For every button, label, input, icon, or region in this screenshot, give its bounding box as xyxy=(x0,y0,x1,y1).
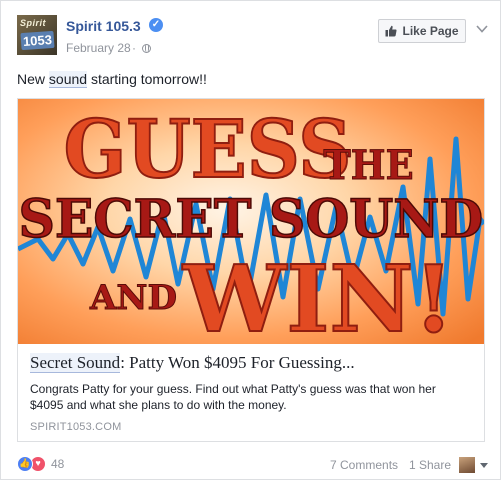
chevron-down-icon[interactable] xyxy=(480,463,488,468)
post-text-after: starting tomorrow!! xyxy=(87,71,207,87)
attachment-description: Congrats Patty for your guess. Find out … xyxy=(30,382,436,412)
page-name-link[interactable]: Spirit 105.3 xyxy=(66,18,141,34)
shares-count-link[interactable]: 1 Share xyxy=(409,458,451,472)
attachment-title-rest: : Patty Won $4095 For Guessing... xyxy=(120,353,355,372)
chevron-down-icon[interactable] xyxy=(476,24,488,34)
reaction-count[interactable]: 48 xyxy=(51,457,64,471)
like-page-button[interactable]: Like Page xyxy=(378,19,466,43)
post-text-before: New xyxy=(17,71,49,87)
attachment-title[interactable]: Secret Sound: Patty Won $4095 For Guessi… xyxy=(30,353,355,373)
globe-icon[interactable] xyxy=(142,44,151,53)
attachment-image[interactable]: GUESS THE SECRET SOUND AND WIN! xyxy=(18,99,484,344)
guess-the-secret-sound-banner: GUESS THE SECRET SOUND AND WIN! xyxy=(18,99,484,344)
banner-word-guess: GUESS xyxy=(64,103,352,197)
post-timestamp[interactable]: February 28 xyxy=(66,41,131,55)
like-reaction-icon: 👍 xyxy=(17,456,33,472)
attachment-title-highlight[interactable]: Secret Sound xyxy=(30,353,121,373)
avatar-logo-text: Spirit xyxy=(20,18,47,28)
verified-icon: ✓ xyxy=(149,18,163,32)
viewer-avatar[interactable] xyxy=(459,457,475,473)
banner-secret-sound: SECRET SOUND xyxy=(18,189,483,250)
banner-word-win: WIN! xyxy=(182,245,454,344)
meta-separator: · xyxy=(132,41,136,55)
attachment-domain: SPIRIT1053.COM xyxy=(30,421,122,433)
page-avatar[interactable]: Spirit 1053 xyxy=(17,15,57,55)
avatar-logo-number: 1053 xyxy=(20,30,55,51)
comments-count-link[interactable]: 7 Comments xyxy=(330,458,398,472)
banner-word-and: AND xyxy=(89,278,177,318)
thumbs-up-icon xyxy=(385,25,398,37)
post-message: New sound starting tomorrow!! xyxy=(17,71,207,88)
banner-word-the: THE xyxy=(323,143,413,190)
reactions-summary[interactable]: 👍 ♥ 48 xyxy=(17,456,64,472)
like-page-label: Like Page xyxy=(402,24,459,38)
post-card: Spirit 1053 Spirit 105.3 ✓ February 28 ·… xyxy=(0,0,501,480)
link-attachment-card[interactable]: GUESS THE SECRET SOUND AND WIN! Secret S… xyxy=(17,98,485,442)
hashtag-link-sound[interactable]: sound xyxy=(48,71,88,88)
